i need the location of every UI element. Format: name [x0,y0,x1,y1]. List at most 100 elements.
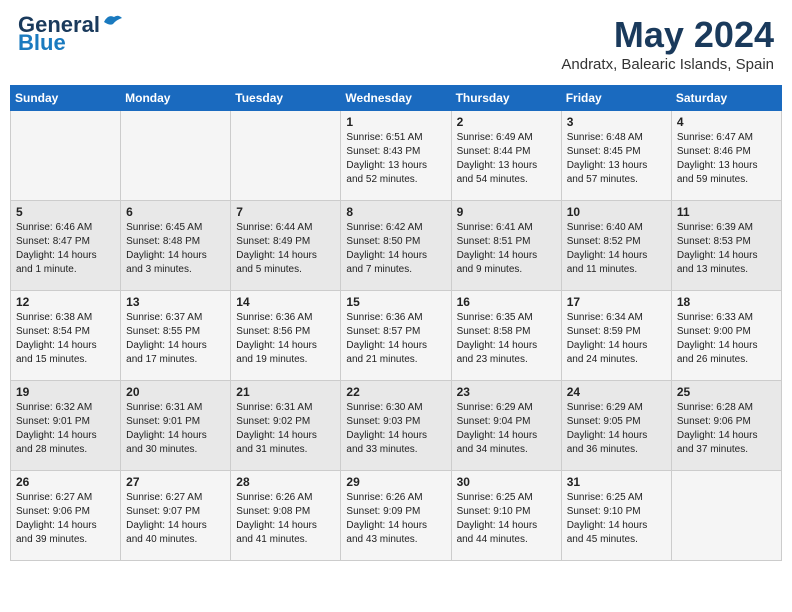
logo-blue: Blue [18,32,66,54]
calendar-cell: 9Sunrise: 6:41 AM Sunset: 8:51 PM Daylig… [451,201,561,291]
day-number: 10 [567,205,666,219]
day-content: Sunrise: 6:27 AM Sunset: 9:06 PM Dayligh… [16,491,115,547]
header-thursday: Thursday [451,86,561,111]
day-number: 13 [126,295,225,309]
day-content: Sunrise: 6:33 AM Sunset: 9:00 PM Dayligh… [677,311,776,367]
day-content: Sunrise: 6:29 AM Sunset: 9:04 PM Dayligh… [457,401,556,457]
calendar-cell [121,111,231,201]
day-content: Sunrise: 6:25 AM Sunset: 9:10 PM Dayligh… [567,491,666,547]
day-number: 6 [126,205,225,219]
day-number: 17 [567,295,666,309]
page-header: General Blue May 2024 Andratx, Balearic … [10,10,782,77]
day-content: Sunrise: 6:26 AM Sunset: 9:08 PM Dayligh… [236,491,335,547]
calendar-cell: 19 Sunrise: 6:32 AM Sunset: 9:01 PM Dayli… [11,381,121,471]
day-number: 20 [126,385,225,399]
day-number: 14 [236,295,335,309]
month-year-title: May 2024 [561,14,774,56]
header-sunday: Sunday [11,86,121,111]
day-number: 9 [457,205,556,219]
day-content: Sunrise: 6:25 AM Sunset: 9:10 PM Dayligh… [457,491,556,547]
calendar-cell: 25 Sunrise: 6:28 AM Sunset: 9:06 PM Dayli… [671,381,781,471]
day-number: 25 [677,385,776,399]
calendar-cell [671,471,781,561]
day-number: 21 [236,385,335,399]
day-content: Sunrise: 6:46 AM Sunset: 8:47 PM Dayligh… [16,221,115,277]
day-content: Sunrise: 6:32 AM Sunset: 9:01 PM Dayligh… [16,401,115,457]
day-content: Sunrise: 6:49 AM Sunset: 8:44 PM Dayligh… [457,131,556,187]
day-number: 12 [16,295,115,309]
header-friday: Friday [561,86,671,111]
day-content: Sunrise: 6:38 AM Sunset: 8:54 PM Dayligh… [16,311,115,367]
calendar-cell [11,111,121,201]
calendar-cell: 18Sunrise: 6:33 AM Sunset: 9:00 PM Dayli… [671,291,781,381]
day-content: Sunrise: 6:31 AM Sunset: 9:01 PM Dayligh… [126,401,225,457]
calendar-cell: 22 Sunrise: 6:30 AM Sunset: 9:03 PM Dayli… [341,381,451,471]
day-content: Sunrise: 6:29 AM Sunset: 9:05 PM Dayligh… [567,401,666,457]
calendar-cell: 17Sunrise: 6:34 AM Sunset: 8:59 PM Dayli… [561,291,671,381]
day-content: Sunrise: 6:36 AM Sunset: 8:56 PM Dayligh… [236,311,335,367]
day-content: Sunrise: 6:48 AM Sunset: 8:45 PM Dayligh… [567,131,666,187]
day-number: 24 [567,385,666,399]
calendar-cell: 8Sunrise: 6:42 AM Sunset: 8:50 PM Daylig… [341,201,451,291]
day-number: 11 [677,205,776,219]
day-number: 30 [457,475,556,489]
header-saturday: Saturday [671,86,781,111]
calendar-cell: 14 Sunrise: 6:36 AM Sunset: 8:56 PM Dayli… [231,291,341,381]
calendar-cell: 30 Sunrise: 6:25 AM Sunset: 9:10 PM Dayli… [451,471,561,561]
day-number: 22 [346,385,445,399]
day-content: Sunrise: 6:40 AM Sunset: 8:52 PM Dayligh… [567,221,666,277]
day-content: Sunrise: 6:51 AM Sunset: 8:43 PM Dayligh… [346,131,445,187]
calendar-cell: 24 Sunrise: 6:29 AM Sunset: 9:05 PM Dayli… [561,381,671,471]
calendar-cell: 20 Sunrise: 6:31 AM Sunset: 9:01 PM Dayli… [121,381,231,471]
calendar-week-row: 26 Sunrise: 6:27 AM Sunset: 9:06 PM Dayli… [11,471,782,561]
day-content: Sunrise: 6:42 AM Sunset: 8:50 PM Dayligh… [346,221,445,277]
calendar-cell: 27 Sunrise: 6:27 AM Sunset: 9:07 PM Dayli… [121,471,231,561]
calendar-week-row: 1 Sunrise: 6:51 AM Sunset: 8:43 PM Daylig… [11,111,782,201]
day-number: 7 [236,205,335,219]
calendar-cell: 15Sunrise: 6:36 AM Sunset: 8:57 PM Dayli… [341,291,451,381]
calendar-cell: 3 Sunrise: 6:48 AM Sunset: 8:45 PM Daylig… [561,111,671,201]
title-block: May 2024 Andratx, Balearic Islands, Spai… [561,14,774,73]
day-content: Sunrise: 6:26 AM Sunset: 9:09 PM Dayligh… [346,491,445,547]
day-number: 2 [457,115,556,129]
calendar-cell: 13 Sunrise: 6:37 AM Sunset: 8:55 PM Dayli… [121,291,231,381]
calendar-cell: 28 Sunrise: 6:26 AM Sunset: 9:08 PM Dayli… [231,471,341,561]
calendar-cell: 1 Sunrise: 6:51 AM Sunset: 8:43 PM Daylig… [341,111,451,201]
day-number: 5 [16,205,115,219]
calendar-cell [231,111,341,201]
day-content: Sunrise: 6:44 AM Sunset: 8:49 PM Dayligh… [236,221,335,277]
day-content: Sunrise: 6:45 AM Sunset: 8:48 PM Dayligh… [126,221,225,277]
calendar-cell: 21 Sunrise: 6:31 AM Sunset: 9:02 PM Dayli… [231,381,341,471]
day-number: 27 [126,475,225,489]
calendar-cell: 16Sunrise: 6:35 AM Sunset: 8:58 PM Dayli… [451,291,561,381]
calendar-week-row: 12 Sunrise: 6:38 AM Sunset: 8:54 PM Dayli… [11,291,782,381]
day-number: 4 [677,115,776,129]
day-number: 19 [16,385,115,399]
calendar-cell: 29 Sunrise: 6:26 AM Sunset: 9:09 PM Dayli… [341,471,451,561]
bird-icon [102,12,124,30]
day-number: 1 [346,115,445,129]
day-number: 23 [457,385,556,399]
location-subtitle: Andratx, Balearic Islands, Spain [561,56,774,73]
day-number: 26 [16,475,115,489]
day-content: Sunrise: 6:30 AM Sunset: 9:03 PM Dayligh… [346,401,445,457]
day-number: 3 [567,115,666,129]
calendar-cell: 26 Sunrise: 6:27 AM Sunset: 9:06 PM Dayli… [11,471,121,561]
day-content: Sunrise: 6:39 AM Sunset: 8:53 PM Dayligh… [677,221,776,277]
day-content: Sunrise: 6:37 AM Sunset: 8:55 PM Dayligh… [126,311,225,367]
day-number: 28 [236,475,335,489]
day-content: Sunrise: 6:28 AM Sunset: 9:06 PM Dayligh… [677,401,776,457]
calendar-cell: 11 Sunrise: 6:39 AM Sunset: 8:53 PM Dayli… [671,201,781,291]
calendar-cell: 4 Sunrise: 6:47 AM Sunset: 8:46 PM Daylig… [671,111,781,201]
day-number: 16 [457,295,556,309]
calendar-cell: 2 Sunrise: 6:49 AM Sunset: 8:44 PM Daylig… [451,111,561,201]
day-number: 15 [346,295,445,309]
day-number: 29 [346,475,445,489]
day-content: Sunrise: 6:47 AM Sunset: 8:46 PM Dayligh… [677,131,776,187]
day-content: Sunrise: 6:31 AM Sunset: 9:02 PM Dayligh… [236,401,335,457]
day-content: Sunrise: 6:27 AM Sunset: 9:07 PM Dayligh… [126,491,225,547]
logo: General Blue [18,14,124,54]
calendar-cell: 10 Sunrise: 6:40 AM Sunset: 8:52 PM Dayli… [561,201,671,291]
calendar-cell: 23 Sunrise: 6:29 AM Sunset: 9:04 PM Dayli… [451,381,561,471]
calendar-week-row: 5 Sunrise: 6:46 AM Sunset: 8:47 PM Daylig… [11,201,782,291]
